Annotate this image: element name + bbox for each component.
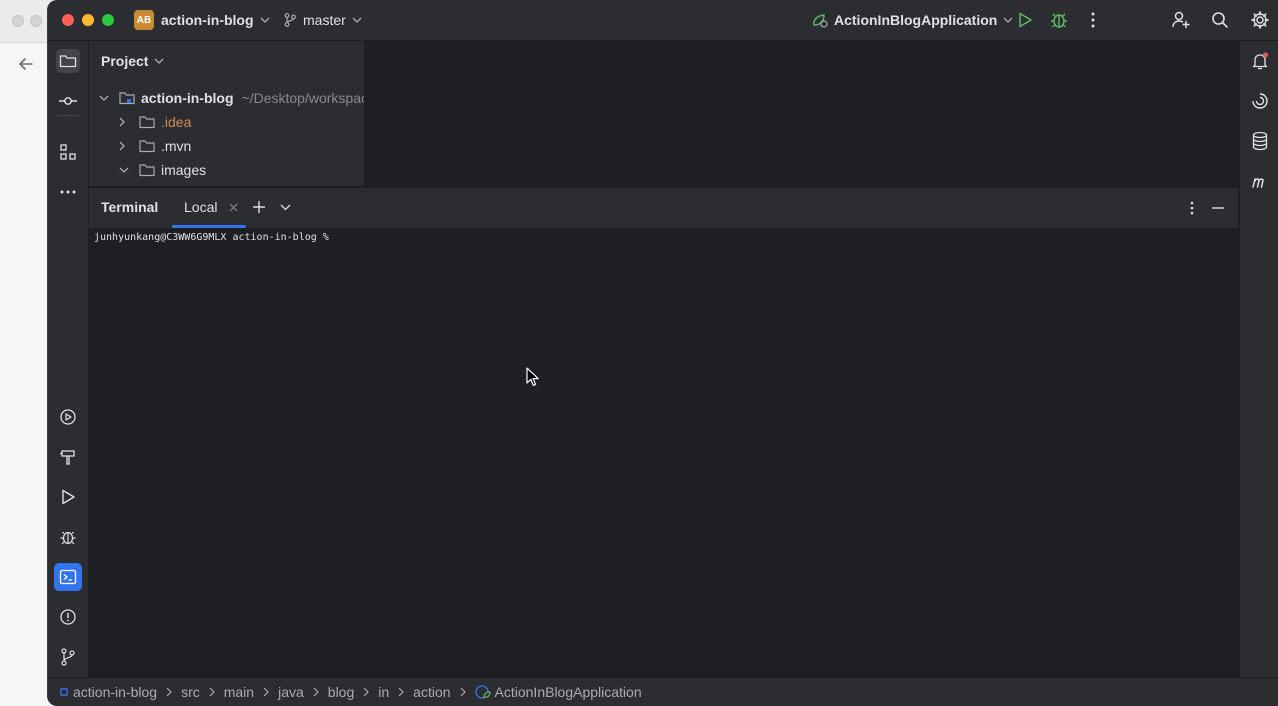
build-icon[interactable]: [56, 445, 80, 469]
breadcrumb-item[interactable]: action-in-blog: [60, 684, 157, 700]
tree-item-label: .idea: [161, 114, 192, 130]
folder-icon: [139, 163, 155, 177]
run-configuration-selector[interactable]: ActionInBlogApplication: [811, 9, 1013, 31]
chevron-down-icon[interactable]: [280, 204, 291, 211]
back-arrow-icon[interactable]: [14, 54, 38, 74]
tab-label: Local: [184, 199, 218, 215]
tree-item-mvn[interactable]: .mvn: [119, 134, 191, 158]
branch-icon: [284, 13, 296, 27]
zoom-window-button[interactable]: [102, 14, 114, 26]
breadcrumb-item[interactable]: blog: [328, 684, 354, 700]
right-tool-strip: [1239, 41, 1278, 677]
run-config-name: ActionInBlogApplication: [834, 12, 998, 28]
minimize-window-button[interactable]: [82, 14, 94, 26]
terminal-prompt: junhyunkang@C3WW6G9MLX action-in-blog %: [94, 232, 329, 243]
close-tab-icon[interactable]: [229, 203, 238, 212]
options-menu-icon[interactable]: [1185, 200, 1199, 216]
terminal-icon[interactable]: [54, 563, 82, 591]
folder-icon[interactable]: [56, 49, 80, 73]
maven-icon[interactable]: [1248, 169, 1272, 193]
branch-switcher[interactable]: master: [284, 9, 362, 31]
module-folder-icon: [119, 91, 135, 105]
breadcrumb-item[interactable]: main: [224, 684, 254, 700]
chevron-down-icon: [352, 17, 362, 23]
breadcrumb-item[interactable]: ActionInBlogApplication: [474, 684, 642, 700]
breadcrumb-item[interactable]: java: [278, 684, 304, 700]
mouse-cursor-icon: [526, 367, 540, 387]
folder-icon: [139, 139, 155, 153]
close-window-button[interactable]: [62, 14, 74, 26]
tree-item-label: action-in-blog: [141, 90, 234, 106]
terminal-output[interactable]: junhyunkang@C3WW6G9MLX action-in-blog %: [89, 228, 1238, 677]
chevron-right-icon: [263, 687, 269, 697]
more-actions-icon[interactable]: [1083, 10, 1103, 30]
terminal-title: Terminal: [101, 199, 159, 215]
commit-icon[interactable]: [56, 89, 80, 113]
breadcrumb-item[interactable]: action: [413, 684, 450, 700]
title-bar: AB action-in-blog master ActionInBlogApp…: [48, 0, 1278, 41]
git-icon[interactable]: [56, 645, 80, 669]
spring-class-icon: [474, 684, 491, 700]
breadcrumb-item[interactable]: src: [181, 684, 200, 700]
services-icon[interactable]: [56, 405, 80, 429]
chevron-right-icon[interactable]: [119, 117, 135, 127]
chevron-down-icon[interactable]: [99, 95, 115, 101]
chevron-right-icon: [209, 687, 215, 697]
structure-icon[interactable]: [56, 140, 80, 164]
notifications-icon[interactable]: [1248, 49, 1272, 73]
chevron-right-icon: [166, 687, 172, 697]
chevron-down-icon: [1003, 17, 1013, 23]
debug-icon[interactable]: [1049, 10, 1069, 30]
tab-local[interactable]: Local: [172, 188, 246, 228]
chevron-down-icon: [260, 17, 270, 23]
debug-icon[interactable]: [56, 525, 80, 549]
breadcrumb-item[interactable]: in: [378, 684, 389, 700]
chevron-right-icon: [398, 687, 405, 697]
project-panel: Project action-in-blog ~/Desktop/workspa…: [89, 41, 365, 186]
project-name: action-in-blog: [161, 12, 254, 28]
run-icon[interactable]: [56, 485, 80, 509]
branch-name: master: [303, 12, 346, 28]
folder-icon: [139, 115, 155, 129]
background-close-dot[interactable]: [12, 15, 24, 27]
database-icon[interactable]: [1248, 129, 1272, 153]
left-tool-strip: [48, 41, 89, 677]
problems-icon[interactable]: [56, 605, 80, 629]
search-icon[interactable]: [1210, 10, 1230, 30]
spring-app-icon: [811, 12, 829, 28]
settings-gear-icon[interactable]: [1250, 10, 1270, 30]
tree-item-images[interactable]: images: [119, 158, 206, 182]
tree-item-idea[interactable]: .idea: [119, 110, 191, 134]
hide-panel-icon[interactable]: [1211, 206, 1225, 210]
ai-assistant-icon[interactable]: [1248, 89, 1272, 113]
project-badge: AB: [134, 10, 154, 30]
terminal-header: Terminal Local: [89, 187, 1238, 228]
chevron-right-icon[interactable]: [119, 141, 135, 151]
chevron-down-icon: [154, 58, 164, 64]
editor-area: [365, 41, 1238, 186]
tree-item-label: images: [161, 162, 207, 178]
chevron-right-icon: [460, 687, 466, 697]
project-switcher[interactable]: AB action-in-blog: [134, 9, 270, 31]
strip-separator: [57, 115, 79, 116]
chevron-down-icon[interactable]: [119, 167, 135, 173]
more-icon[interactable]: [56, 180, 80, 204]
new-tab-plus-icon[interactable]: [252, 200, 266, 214]
navigation-bar: action-in-blog src main java blog in act…: [48, 677, 1278, 706]
tree-item-root[interactable]: action-in-blog ~/Desktop/workspac: [99, 86, 365, 110]
tree-item-label: .mvn: [161, 138, 192, 154]
project-panel-title[interactable]: Project: [101, 53, 164, 69]
module-square-icon: [60, 688, 68, 696]
chevron-right-icon: [363, 687, 370, 697]
run-icon[interactable]: [1015, 10, 1035, 30]
code-with-me-icon[interactable]: [1171, 10, 1191, 30]
tree-item-path: ~/Desktop/workspac: [241, 90, 365, 106]
ide-window: AB action-in-blog master ActionInBlogApp…: [48, 0, 1278, 706]
background-minimize-dot[interactable]: [30, 15, 42, 27]
chevron-right-icon: [313, 687, 319, 697]
